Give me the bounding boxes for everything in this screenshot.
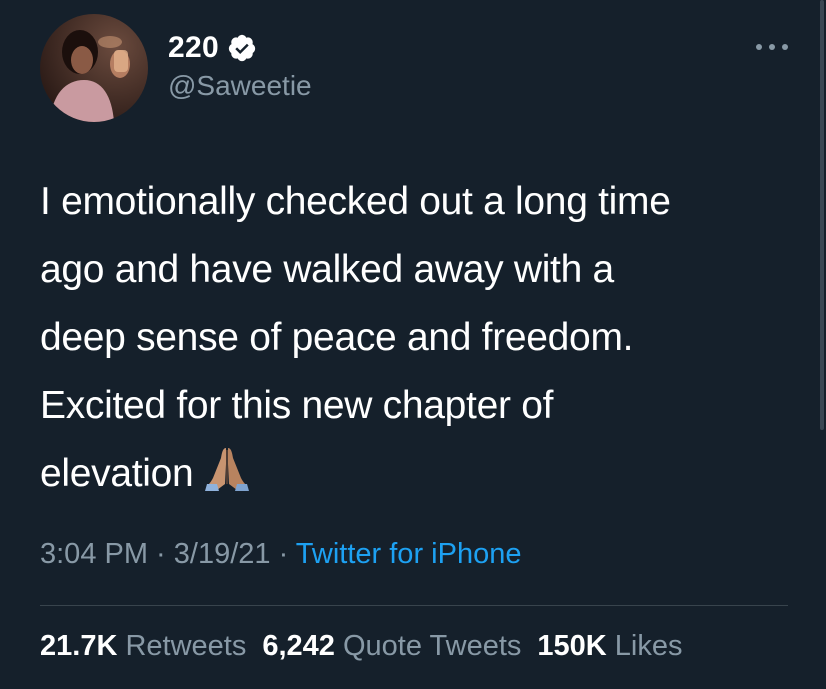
tweet-text-line-last: elevation: [40, 440, 800, 508]
tweet-date[interactable]: 3/19/21: [174, 538, 271, 570]
tweet-source-link[interactable]: Twitter for iPhone: [296, 538, 522, 570]
quote-tweets-count: 6,242: [262, 630, 335, 662]
tweet-text: I emotionally checked out a long time ag…: [40, 168, 800, 508]
more-dot: [782, 44, 788, 50]
verified-badge-icon: [228, 34, 256, 62]
retweets-stat[interactable]: 21.7K Retweets: [40, 630, 246, 663]
likes-stat[interactable]: 150K Likes: [537, 630, 682, 663]
tweet-text-line: Excited for this new chapter of: [40, 384, 554, 427]
likes-label: Likes: [614, 630, 683, 662]
quote-tweets-stat[interactable]: 6,242 Quote Tweets: [262, 630, 521, 663]
likes-count: 150K: [537, 630, 607, 662]
scrollbar[interactable]: [820, 0, 824, 430]
folded-hands-icon: [205, 448, 250, 491]
tweet-text-line: ago and have walked away with a: [40, 248, 614, 291]
more-dot: [756, 44, 762, 50]
tweet-text-line: deep sense of peace and freedom.: [40, 316, 634, 359]
author-handle[interactable]: @Saweetie: [168, 70, 312, 102]
tweet-text-line: I emotionally checked out a long time: [40, 180, 671, 223]
profile-photo: [40, 14, 148, 122]
tweet-detail: 220 @Saweetie I emotionally checked out …: [0, 0, 826, 689]
tweet-metadata: 3:04 PM · 3/19/21 · Twitter for iPhone: [40, 538, 521, 571]
separator: ·: [270, 538, 296, 570]
more-dot: [769, 44, 775, 50]
tweet-text-fragment: elevation: [40, 452, 194, 495]
more-options-icon[interactable]: [756, 40, 788, 54]
avatar[interactable]: [40, 14, 148, 122]
divider: [40, 605, 788, 606]
tweet-time[interactable]: 3:04 PM: [40, 538, 148, 570]
tweet-stats: 21.7K Retweets 6,242 Quote Tweets 150K L…: [40, 630, 682, 663]
author-name-row[interactable]: 220: [168, 28, 257, 68]
separator: ·: [148, 538, 174, 570]
retweets-count: 21.7K: [40, 630, 118, 662]
display-name[interactable]: 220: [168, 31, 219, 65]
quote-tweets-label: Quote Tweets: [342, 630, 522, 662]
retweets-label: Retweets: [125, 630, 247, 662]
